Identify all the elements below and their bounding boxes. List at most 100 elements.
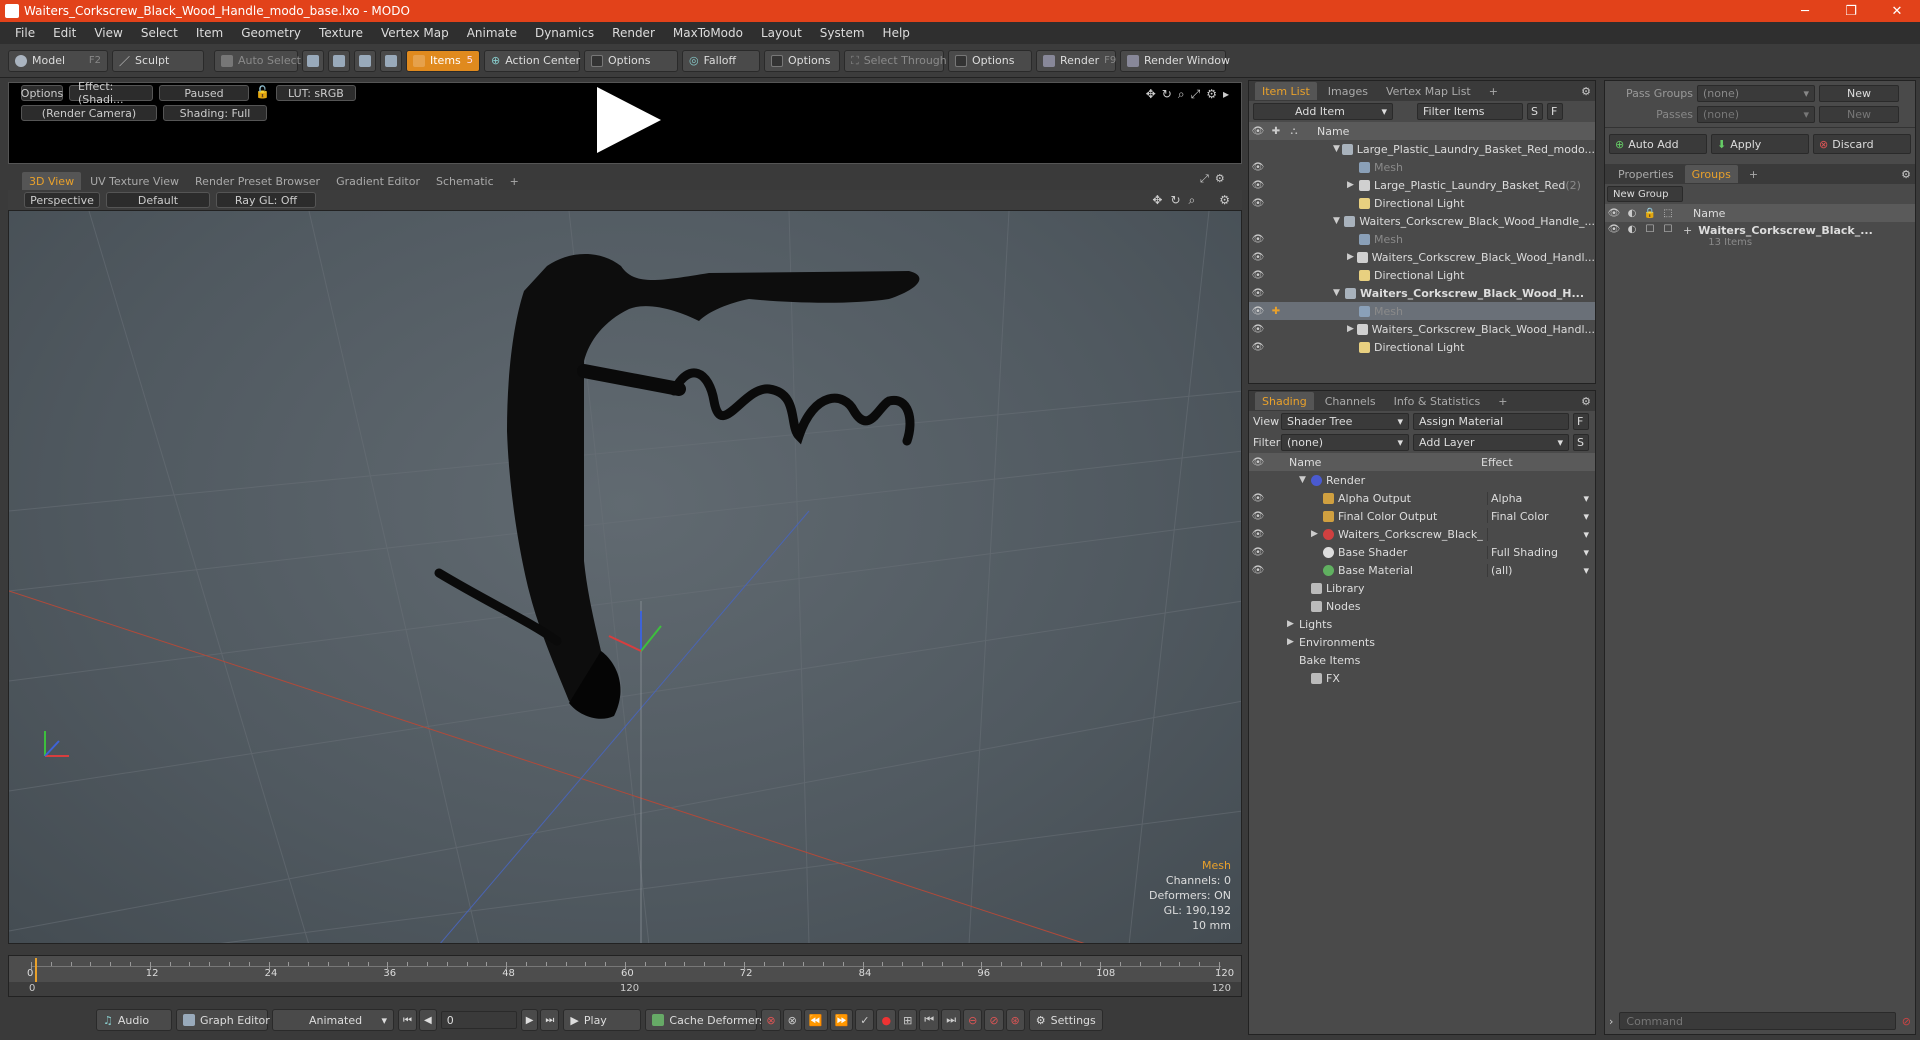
- auto-key-icon[interactable]: ⊗: [782, 1009, 802, 1031]
- close-button[interactable]: ✕: [1874, 0, 1920, 22]
- select-through-button[interactable]: ⛶ Select Through: [844, 49, 947, 72]
- menu-help[interactable]: Help: [874, 26, 919, 40]
- tab-render-preset-browser[interactable]: Render Preset Browser: [188, 172, 328, 190]
- record-icon[interactable]: ●: [876, 1009, 897, 1031]
- play-button[interactable]: ▶ Play: [563, 1009, 642, 1031]
- gear-icon[interactable]: ⚙: [1219, 193, 1230, 208]
- s-button[interactable]: S: [1573, 434, 1589, 451]
- tab-uv-texture-view[interactable]: UV Texture View: [83, 172, 187, 190]
- visibility-toggle-icon[interactable]: 👁: [1249, 234, 1267, 245]
- shader-tree-row[interactable]: 👁 Base Material (all) ▾: [1249, 561, 1595, 579]
- menu-animate[interactable]: Animate: [458, 26, 526, 40]
- tab-info-statistics[interactable]: Info & Statistics: [1386, 392, 1488, 410]
- zoom-icon[interactable]: ⌕: [1178, 87, 1185, 102]
- visibility-column-icon[interactable]: 👁: [1249, 457, 1267, 468]
- lut-dropdown[interactable]: LUT: sRGB: [275, 85, 356, 101]
- visibility-toggle-icon[interactable]: 👁: [1249, 565, 1267, 576]
- shading-dropdown[interactable]: Shading: Full: [163, 105, 267, 121]
- skip-forward-icon[interactable]: ⏭: [941, 1009, 962, 1031]
- visibility-toggle-icon[interactable]: 👁: [1249, 288, 1267, 299]
- command-input[interactable]: [1619, 1012, 1896, 1030]
- new-pass-button[interactable]: New: [1819, 106, 1899, 123]
- tab-3d-view[interactable]: 3D View: [22, 172, 82, 190]
- preview-options-button[interactable]: Options: [21, 85, 63, 101]
- rotate-icon[interactable]: ↻: [1162, 87, 1172, 102]
- item-row[interactable]: ▼ Waiters_Corkscrew_Black_Wood_Handle_...: [1249, 212, 1595, 230]
- animated-dropdown[interactable]: Animated ▾: [272, 1009, 394, 1031]
- item-row[interactable]: 👁 ▶ Waiters_Corkscrew_Black_Wood_Handl...: [1249, 320, 1595, 338]
- arrow-right-icon[interactable]: ▸: [1223, 87, 1229, 102]
- camera-dropdown[interactable]: (Render Camera): [21, 105, 157, 121]
- graph-editor-button[interactable]: Graph Editor: [176, 1009, 270, 1031]
- auto-select-button[interactable]: Auto Select: [214, 49, 301, 72]
- render-window-button[interactable]: Render Window: [1120, 49, 1230, 72]
- visibility-column-icon[interactable]: 👁: [1249, 126, 1267, 137]
- lock-column-icon[interactable]: ✚: [1267, 126, 1285, 137]
- expand-toggle-icon[interactable]: ▼: [1299, 475, 1311, 485]
- expand-toggle-icon[interactable]: ▶: [1347, 180, 1359, 190]
- select-toggle-icon[interactable]: ☐: [1659, 224, 1677, 248]
- timeline[interactable]: 0 12 24 36 48 60 72 84 96 108 120 0 120 …: [8, 955, 1242, 997]
- visibility-toggle-icon[interactable]: 👁: [1249, 342, 1267, 353]
- menu-select[interactable]: Select: [132, 26, 187, 40]
- render-button[interactable]: Render F9: [1036, 49, 1116, 72]
- lock-toggle-icon[interactable]: ✚: [1267, 306, 1285, 317]
- filter-items-input[interactable]: Filter Items: [1417, 103, 1523, 120]
- gear-icon[interactable]: ⚙: [1581, 395, 1591, 408]
- menu-system[interactable]: System: [811, 26, 874, 40]
- apply-button[interactable]: ⬇ Apply: [1711, 134, 1809, 154]
- settings-button[interactable]: ⚙ Settings: [1028, 1009, 1103, 1031]
- paused-button[interactable]: Paused: [159, 85, 249, 101]
- falloff-options-button[interactable]: Options: [764, 49, 840, 72]
- tab-channels[interactable]: Channels: [1317, 392, 1383, 410]
- menu-dynamics[interactable]: Dynamics: [526, 26, 603, 40]
- playhead[interactable]: [35, 958, 37, 982]
- item-row[interactable]: 👁 Mesh: [1249, 230, 1595, 248]
- next-frame-icon[interactable]: ⏩: [829, 1009, 854, 1031]
- model-mode-button[interactable]: Model F2: [8, 49, 108, 72]
- range-bar[interactable]: 0 120 120: [9, 982, 1241, 996]
- expand-toggle-icon[interactable]: ▼: [1333, 216, 1344, 226]
- cache-deformers-button[interactable]: Cache Deformers: [645, 1009, 765, 1031]
- menu-geometry[interactable]: Geometry: [232, 26, 310, 40]
- gear-icon[interactable]: ⚙: [1901, 168, 1911, 181]
- pass-groups-dropdown[interactable]: (none) ▾: [1697, 85, 1815, 102]
- maximize-button[interactable]: ❐: [1828, 0, 1874, 22]
- go-end-icon[interactable]: ⏭: [540, 1009, 560, 1031]
- menu-file[interactable]: File: [6, 26, 44, 40]
- prev-key-icon[interactable]: ◀: [419, 1009, 437, 1031]
- gear-icon[interactable]: ⚙: [1206, 87, 1217, 102]
- audio-button[interactable]: ♫ Audio: [96, 1009, 172, 1031]
- key-selected-icon[interactable]: ✓: [855, 1009, 875, 1031]
- menu-render[interactable]: Render: [603, 26, 664, 40]
- raygl-dropdown[interactable]: Ray GL: Off: [216, 192, 316, 208]
- command-clear-icon[interactable]: ⊘: [1902, 1015, 1911, 1028]
- visibility-toggle-icon[interactable]: 👁: [1249, 252, 1267, 263]
- menu-layout[interactable]: Layout: [752, 26, 811, 40]
- view-dropdown[interactable]: Shader Tree ▾: [1281, 413, 1409, 430]
- item-row[interactable]: 👁 Directional Light: [1249, 266, 1595, 284]
- shader-tree-row[interactable]: ▼ Render: [1249, 471, 1595, 489]
- tab-properties[interactable]: Properties: [1611, 165, 1681, 183]
- perspective-dropdown[interactable]: Perspective: [24, 192, 100, 208]
- visibility-toggle-icon[interactable]: 👁: [1249, 306, 1267, 317]
- discard-button[interactable]: ⊗ Discard: [1813, 134, 1911, 154]
- vertices-mode-button[interactable]: [302, 49, 324, 72]
- shader-tree-row[interactable]: Nodes: [1249, 597, 1595, 615]
- group-row[interactable]: 👁 ◐ ☐ ☐ + Waiters_Corkscrew_Black_... 13…: [1605, 222, 1915, 248]
- new-pass-group-button[interactable]: New: [1819, 85, 1899, 102]
- item-row[interactable]: 👁 Directional Light: [1249, 194, 1595, 212]
- item-row[interactable]: 👁 Directional Light: [1249, 338, 1595, 356]
- effect-dropdown[interactable]: Final Color ▾: [1487, 509, 1595, 523]
- effect-dropdown[interactable]: (all) ▾: [1487, 563, 1595, 577]
- select-column-icon[interactable]: ⬚: [1659, 208, 1677, 219]
- record-options-icon[interactable]: ⊞: [898, 1009, 918, 1031]
- key-all-icon[interactable]: ⊛: [1005, 1009, 1025, 1031]
- add-tab-button[interactable]: +: [502, 172, 526, 190]
- clear-key-icon[interactable]: ⊘: [984, 1009, 1004, 1031]
- move-icon[interactable]: ✥: [1146, 87, 1156, 102]
- 3d-viewport[interactable]: Mesh Channels: 0 Deformers: ON GL: 190,1…: [8, 210, 1242, 944]
- effect-dropdown[interactable]: ▾: [1487, 527, 1595, 541]
- lock-icon[interactable]: 🔓: [255, 85, 270, 101]
- effect-dropdown[interactable]: Full Shading ▾: [1487, 545, 1595, 559]
